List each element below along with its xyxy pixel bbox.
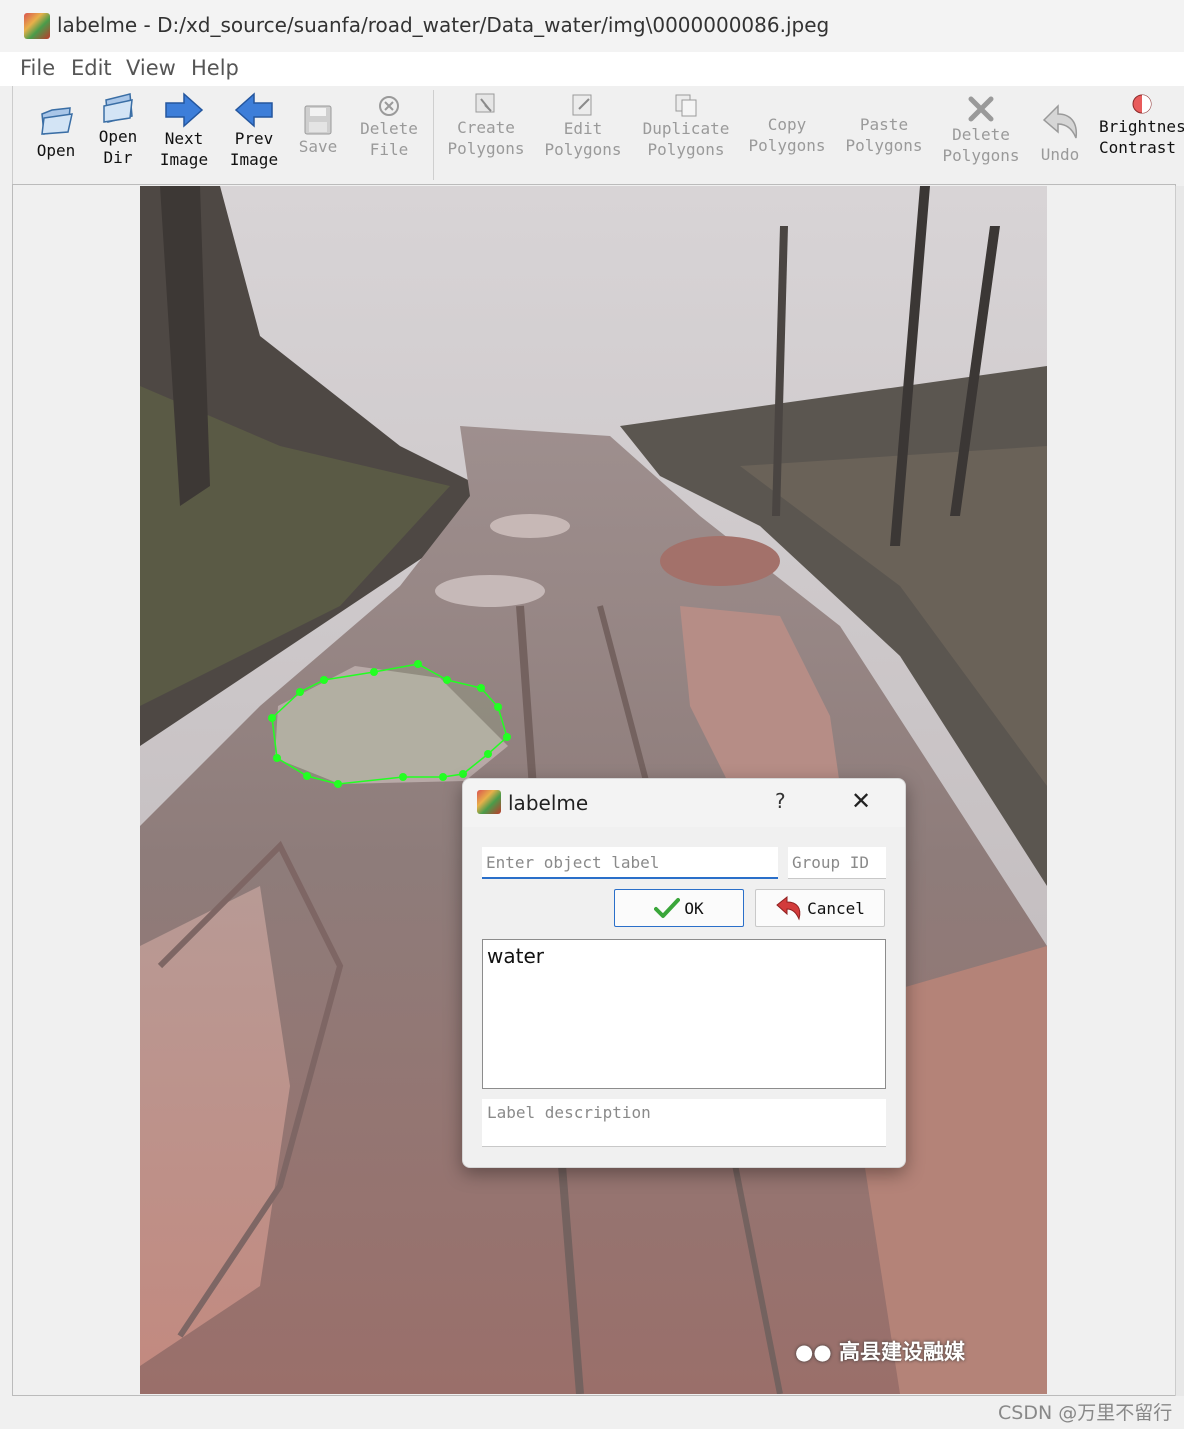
delete-circle-icon (379, 96, 399, 116)
photo-caption: ●● 高县建设融媒 (795, 1336, 965, 1366)
title-bar: labelme - D:/xd_source/suanfa/road_water… (0, 0, 1184, 52)
labelme-app-icon (24, 13, 50, 39)
undo-label: Undo (1040, 145, 1080, 164)
undo-arrow-icon (1042, 104, 1078, 139)
copy-polygons-button[interactable]: Copy Polygons (747, 86, 827, 184)
vertical-scrollbar[interactable] (1175, 186, 1184, 1396)
polygon-vertex[interactable] (273, 754, 281, 762)
menu-view[interactable]: View (126, 56, 176, 80)
delete-x-icon (968, 96, 994, 122)
delete-file-button[interactable]: Delete File (357, 86, 421, 184)
create-polygon-icon (475, 93, 495, 113)
delete-polygons-label: Delete Polygons (942, 125, 1020, 165)
polygon-vertex[interactable] (494, 703, 502, 711)
polygon-vertex[interactable] (268, 714, 276, 722)
next-image-label: Next Image (159, 129, 209, 169)
create-polygons-label: Create Polygons (447, 118, 525, 158)
label-list-item[interactable]: water (487, 944, 544, 968)
polygon-vertex[interactable] (443, 676, 451, 684)
paste-polygons-button[interactable]: Paste Polygons (843, 86, 925, 184)
polygon-vertex[interactable] (414, 660, 422, 668)
toolbar-separator (433, 90, 434, 180)
next-image-button[interactable]: Next Image (153, 86, 215, 184)
paste-polygons-label: Paste Polygons (845, 115, 923, 155)
label-description-field[interactable]: Label description (482, 1099, 886, 1147)
csdn-watermark: CSDN @万里不留行 (998, 1402, 1173, 1424)
edit-polygon-icon (572, 94, 592, 116)
duplicate-icon (675, 94, 697, 117)
cancel-button[interactable]: Cancel (755, 889, 885, 927)
duplicate-polygons-label: Duplicate Polygons (642, 119, 730, 159)
photo-caption-text: 高县建设融媒 (838, 1340, 965, 1364)
duplicate-polygons-button[interactable]: Duplicate Polygons (641, 86, 731, 184)
polygon-vertex[interactable] (399, 773, 407, 781)
brightness-contrast-label: Brightness Contrast (1099, 117, 1184, 157)
checkmark-icon (654, 898, 681, 918)
delete-polygons-button[interactable]: Delete Polygons (941, 86, 1021, 184)
edit-polygons-button[interactable]: Edit Polygons (543, 86, 623, 184)
polygon-vertex[interactable] (459, 770, 467, 778)
menu-bar: File Edit View Help (0, 52, 1184, 86)
open-dir-icon (103, 93, 133, 123)
open-button[interactable]: Open (27, 86, 85, 184)
save-button[interactable]: Save (293, 86, 343, 184)
ok-label: OK (684, 898, 704, 918)
open-dir-button[interactable]: Open Dir (89, 86, 147, 184)
menu-file[interactable]: File (20, 56, 55, 80)
open-label: Open (36, 141, 76, 160)
polygon-vertex[interactable] (296, 688, 304, 696)
prev-image-label: Prev Image (229, 129, 279, 169)
open-folder-icon (41, 107, 73, 135)
labelme-app-icon (477, 790, 501, 814)
ok-button[interactable]: OK (614, 889, 744, 927)
brightness-contrast-button[interactable]: Brightness Contrast (1099, 86, 1184, 184)
polygon-vertex[interactable] (439, 773, 447, 781)
arrow-right-icon (165, 92, 204, 128)
label-list[interactable]: water (482, 939, 886, 1089)
help-button[interactable]: ? (775, 789, 786, 813)
copy-polygons-label: Copy Polygons (748, 115, 826, 155)
polygon-vertex[interactable] (477, 684, 485, 692)
cancel-label: Cancel (807, 898, 865, 918)
menu-help[interactable]: Help (191, 56, 239, 80)
dialog-body: OK Cancel water Label description (463, 827, 905, 1167)
polygon-vertex[interactable] (303, 772, 311, 780)
open-dir-label: Open Dir (98, 127, 138, 167)
group-id-input[interactable] (788, 847, 886, 879)
menu-edit[interactable]: Edit (71, 56, 112, 80)
polygon-vertex[interactable] (334, 780, 342, 788)
polygon-vertex[interactable] (320, 676, 328, 684)
object-label-input[interactable] (482, 847, 778, 879)
close-button[interactable]: ✕ (851, 787, 871, 815)
undo-button[interactable]: Undo (1033, 86, 1087, 184)
prev-image-button[interactable]: Prev Image (223, 86, 285, 184)
wechat-icon: ●● (795, 1340, 839, 1364)
save-label: Save (298, 137, 338, 156)
polygon-vertex[interactable] (503, 733, 511, 741)
edit-polygons-label: Edit Polygons (544, 119, 622, 159)
create-polygons-button[interactable]: Create Polygons (445, 86, 527, 184)
arrow-left-icon (234, 92, 273, 128)
polygon-vertex[interactable] (484, 750, 492, 758)
floppy-disk-icon (304, 105, 332, 135)
toolbar: Open Open Dir Next Image Prev Image Save (12, 86, 1184, 184)
window-title: labelme - D:/xd_source/suanfa/road_water… (57, 13, 830, 37)
cancel-arrow-icon (776, 895, 801, 921)
brightness-contrast-icon (1132, 94, 1152, 114)
label-dialog: labelme ? ✕ OK Cancel water Label descri… (462, 778, 906, 1168)
delete-file-label: Delete File (360, 119, 418, 159)
polygon-vertex[interactable] (370, 668, 378, 676)
dialog-title: labelme (508, 791, 589, 815)
